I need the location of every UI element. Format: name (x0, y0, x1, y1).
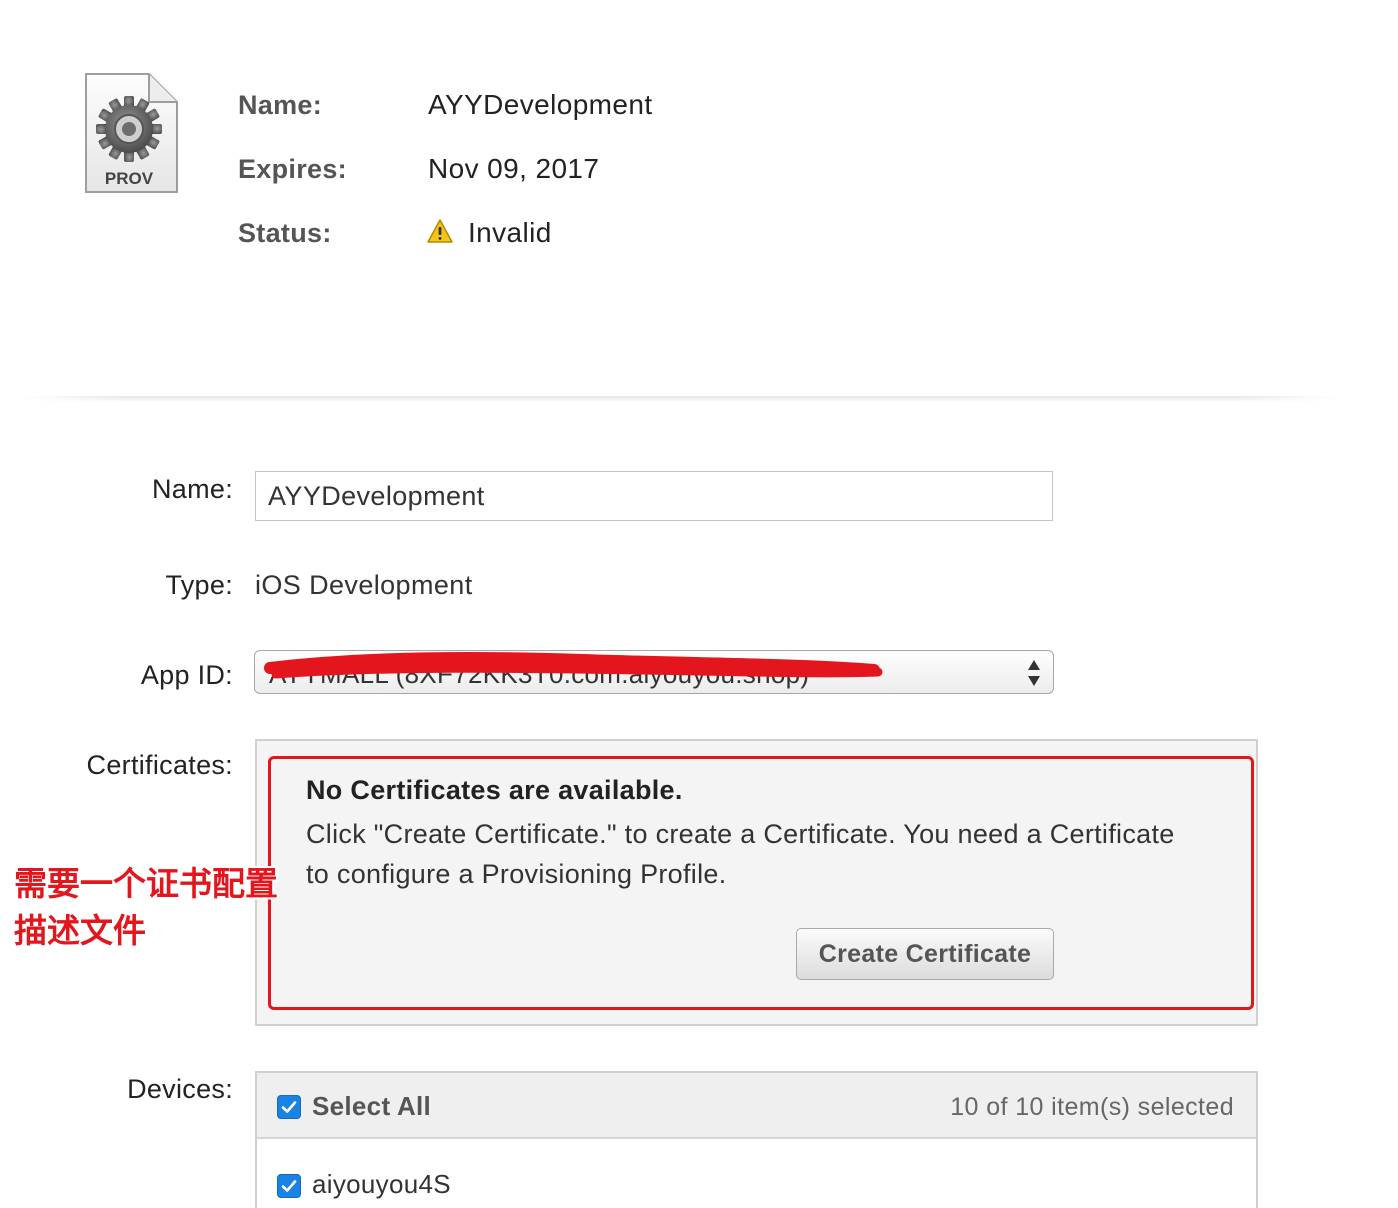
certificates-message-line1: Click "Create Certificate." to create a … (306, 819, 1175, 849)
devices-header: Select All 10 of 10 item(s) selected (257, 1073, 1256, 1139)
redaction-scribble (264, 652, 883, 679)
name-field-label: Name: (151, 474, 233, 504)
type-field-label: Type: (165, 570, 233, 600)
app-id-field-label: App ID: (140, 660, 233, 690)
summary-expires-value: Nov 09, 2017 (428, 153, 600, 184)
section-divider (20, 396, 1340, 402)
select-all-label[interactable]: Select All (312, 1091, 431, 1122)
provisioning-profile-icon: PROV (83, 72, 179, 196)
no-certificates-title: No Certificates are available. (306, 775, 683, 805)
summary-status-label: Status: (238, 218, 332, 248)
selected-count: 10 of 10 item(s) selected (950, 1093, 1234, 1121)
checkmark-icon (281, 1180, 297, 1192)
devices-field-label: Devices: (127, 1074, 233, 1104)
profile-name-input[interactable] (255, 471, 1053, 521)
checkmark-icon (281, 1101, 297, 1113)
warning-icon (427, 219, 453, 243)
type-value: iOS Development (255, 570, 473, 600)
prov-icon-text: PROV (105, 169, 154, 188)
device-checkbox[interactable] (277, 1174, 301, 1198)
select-all-checkbox[interactable] (277, 1095, 301, 1119)
device-item-label[interactable]: aiyouyou4S (312, 1169, 451, 1200)
certificates-message-line2: to configure a Provisioning Profile. (306, 859, 727, 889)
summary-expires-label: Expires: (238, 154, 347, 184)
summary-name-label: Name: (238, 90, 323, 120)
annotation-text-line1: 需要一个证书配置 (14, 864, 278, 903)
create-certificate-button[interactable]: Create Certificate (796, 928, 1054, 980)
select-arrows-icon (1028, 660, 1040, 686)
annotation-text-line2: 描述文件 (14, 911, 146, 950)
summary-status-value: Invalid (468, 217, 552, 248)
certificates-field-label: Certificates: (86, 750, 233, 780)
summary-name-value: AYYDevelopment (428, 89, 653, 120)
devices-panel: Select All 10 of 10 item(s) selected aiy… (255, 1071, 1258, 1208)
